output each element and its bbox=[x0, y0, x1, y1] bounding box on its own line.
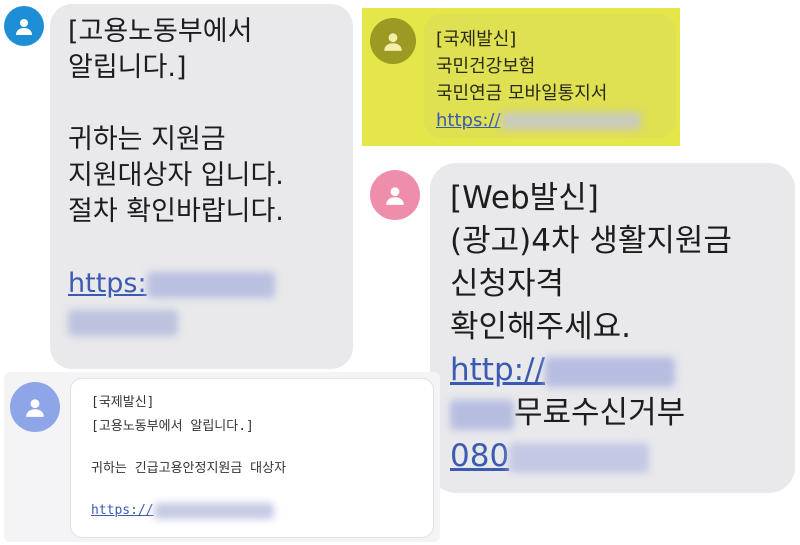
phone-link[interactable]: 080 bbox=[450, 438, 509, 474]
message-link-continued[interactable] bbox=[68, 302, 339, 338]
sender-avatar[interactable] bbox=[370, 170, 420, 220]
person-icon bbox=[26, 399, 44, 417]
link-text[interactable]: https: bbox=[68, 268, 147, 299]
message-line: 절차 확인바랍니다. bbox=[68, 196, 284, 227]
link-text[interactable]: https:// bbox=[436, 110, 501, 131]
message-link[interactable]: https:// bbox=[436, 107, 664, 134]
message-line: (광고)4차 생활지원금 bbox=[450, 223, 732, 259]
blurred-url bbox=[153, 502, 274, 519]
message-link[interactable]: https:// bbox=[91, 499, 421, 523]
person-icon bbox=[384, 33, 402, 51]
message-bubble: [Web발신] (광고)4차 생활지원금 신청자격 확인해주세요. http:/… bbox=[430, 163, 795, 493]
message-line: [Web발신] bbox=[450, 180, 599, 216]
blurred-url bbox=[146, 271, 275, 298]
message-line: 지원대상자 입니다. bbox=[68, 160, 284, 191]
blurred-url bbox=[500, 112, 641, 130]
message-line: 국민연금 모바일통지서 bbox=[436, 83, 608, 104]
message-line: 확인해주세요. bbox=[450, 309, 631, 345]
blurred-url bbox=[450, 399, 514, 430]
message-bubble: [국제발신] [고용노동부에서 알립니다.] 귀하는 긴급고용안정지원금 대상자… bbox=[70, 378, 434, 538]
message-line: 신청자격 bbox=[450, 266, 565, 302]
message-line: 국민건강보험 bbox=[436, 56, 536, 77]
blurred-url bbox=[544, 356, 675, 387]
blurred-url bbox=[68, 309, 178, 336]
message-line: [국제발신] bbox=[91, 395, 155, 410]
link-text[interactable]: https:// bbox=[91, 503, 154, 518]
message-bubble: [고용노동부에서 알립니다.] 귀하는 지원금 지원대상자 입니다. 절차 확인… bbox=[50, 4, 353, 369]
message-line: [고용노동부에서 bbox=[68, 16, 253, 47]
message-line: 귀하는 지원금 bbox=[68, 124, 226, 155]
sender-avatar[interactable] bbox=[370, 18, 416, 64]
message-line: [국제발신] bbox=[436, 29, 517, 50]
blurred-phone bbox=[509, 442, 650, 473]
message-line: [고용노동부에서 알립니다.] bbox=[91, 419, 254, 434]
message-optout: 무료수신거부 bbox=[450, 392, 781, 435]
person-icon bbox=[386, 187, 404, 205]
message-link[interactable]: http:// bbox=[450, 349, 781, 392]
person-icon bbox=[16, 19, 32, 35]
sender-avatar[interactable] bbox=[10, 382, 60, 432]
sender-avatar[interactable] bbox=[4, 6, 44, 46]
message-line: 알립니다.] bbox=[68, 52, 187, 83]
message-line: 귀하는 긴급고용안정지원금 대상자 bbox=[91, 461, 287, 476]
message-bubble: [국제발신] 국민건강보험 국민연금 모바일통지서 https:// bbox=[424, 14, 676, 138]
link-text[interactable]: http:// bbox=[450, 352, 545, 388]
message-link[interactable]: https: bbox=[68, 266, 339, 302]
message-phone[interactable]: 080 bbox=[450, 435, 781, 478]
optout-text: 무료수신거부 bbox=[514, 395, 686, 431]
